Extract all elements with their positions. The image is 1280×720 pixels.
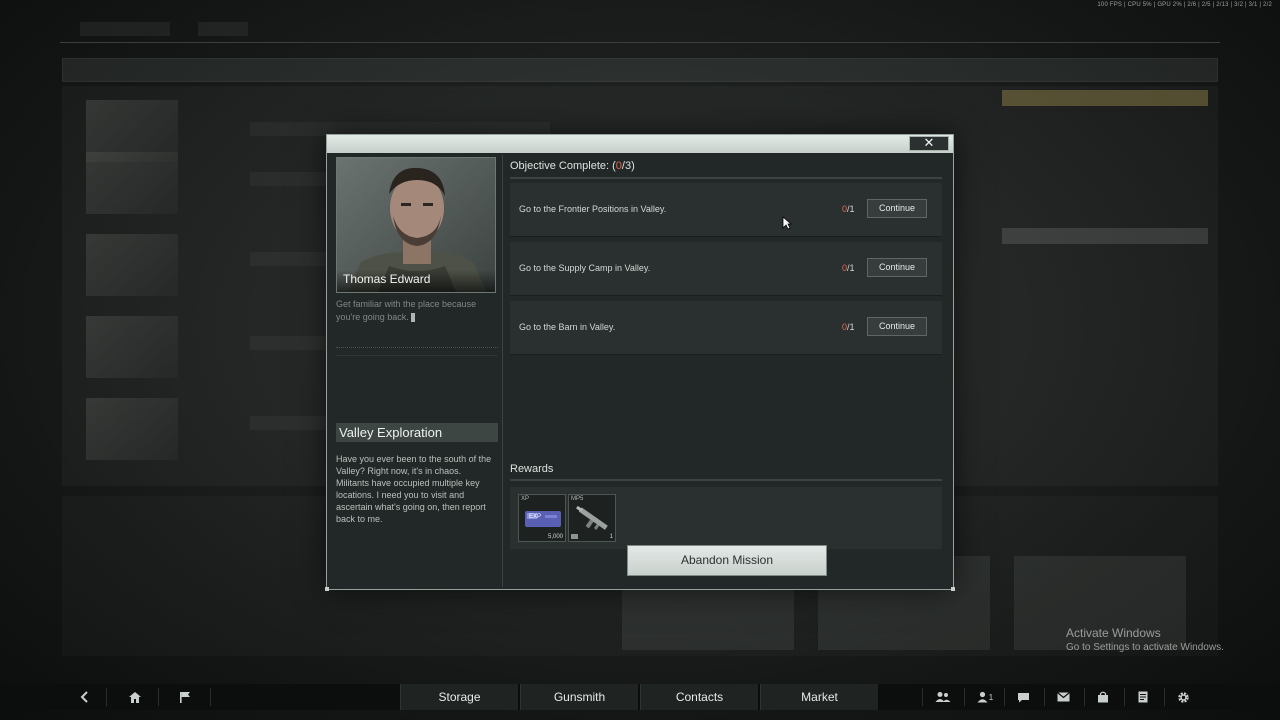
contact-panel: Thomas Edward Get familiar with the plac… xyxy=(331,155,503,587)
contact-quote: Get familiar with the place because you'… xyxy=(336,298,498,324)
header-divider xyxy=(510,177,942,179)
objective-text: Go to the Supply Camp in Valley. xyxy=(519,263,651,273)
objectives-total-count: /3) xyxy=(621,160,635,172)
objective-progress-total: /1 xyxy=(847,263,855,273)
windows-activation-watermark: Activate Windows Go to Settings to activ… xyxy=(1066,626,1224,653)
dialog-title-bar xyxy=(327,135,953,153)
mission-description: Have you ever been to the south of the V… xyxy=(336,454,492,524)
corner-marker xyxy=(325,587,329,591)
mail-icon[interactable] xyxy=(1042,684,1084,710)
system-info-text: 100 FPS | CPU 5% | GPU 2% | 2/6 | 2/5 | … xyxy=(1097,2,1272,8)
background-portrait xyxy=(86,234,178,296)
background-highlight xyxy=(1002,90,1208,106)
reward-mp5[interactable]: MP5 1 xyxy=(568,494,616,542)
objective-row: Go to the Barn in Valley. 0/1 Continue xyxy=(510,301,942,355)
background-portrait xyxy=(86,152,178,214)
svg-text:EXP: EXP xyxy=(529,514,541,520)
squad-icon[interactable] xyxy=(922,684,964,710)
objective-row: Go to the Supply Camp in Valley. 0/1 Con… xyxy=(510,242,942,296)
objective-progress: 0/1 xyxy=(842,322,855,332)
background-tab xyxy=(80,22,170,36)
objective-progress-total: /1 xyxy=(847,204,855,214)
nav-separator xyxy=(106,688,107,706)
reward-quantity: 1 xyxy=(609,534,613,540)
continue-button[interactable]: Continue xyxy=(867,317,927,336)
corner-marker xyxy=(951,587,955,591)
close-button[interactable]: ✕ xyxy=(909,136,949,151)
abandon-mission-button[interactable]: Abandon Mission xyxy=(627,545,827,576)
tab-contacts[interactable]: Contacts xyxy=(640,684,758,710)
contact-quote-text: Get familiar with the place because you'… xyxy=(336,299,477,322)
activation-subtitle: Go to Settings to activate Windows. xyxy=(1066,642,1224,653)
mouse-cursor-icon xyxy=(782,216,792,230)
objective-text: Go to the Frontier Positions in Valley. xyxy=(519,204,667,214)
rewards-panel: XP EXP 5,000 MP5 1 xyxy=(510,487,942,549)
objectives-header-label: Objective Complete: ( xyxy=(510,160,616,172)
decorative-divider xyxy=(336,355,498,356)
reward-xp[interactable]: XP EXP 5,000 xyxy=(518,494,566,542)
continue-button[interactable]: Continue xyxy=(867,199,927,218)
mission-title: Valley Exploration xyxy=(336,423,498,442)
activation-title: Activate Windows xyxy=(1066,626,1161,640)
tab-storage[interactable]: Storage xyxy=(400,684,518,710)
rewards-label: Rewards xyxy=(510,463,554,475)
back-arrow-icon[interactable] xyxy=(64,684,106,710)
background-tab xyxy=(198,22,248,36)
contact-portrait: Thomas Edward xyxy=(336,157,496,293)
contact-name: Thomas Edward xyxy=(343,272,431,286)
tab-gunsmith[interactable]: Gunsmith xyxy=(520,684,638,710)
reward-quantity: 5,000 xyxy=(547,534,563,540)
notes-icon[interactable] xyxy=(1122,684,1164,710)
nav-separator xyxy=(210,688,211,706)
objective-progress-total: /1 xyxy=(847,322,855,332)
background-divider xyxy=(60,42,1220,43)
gear-icon[interactable] xyxy=(1162,684,1204,710)
friends-count: 1 xyxy=(988,692,994,702)
objective-row: Go to the Frontier Positions in Valley. … xyxy=(510,183,942,237)
objective-progress: 0/1 xyxy=(842,263,855,273)
objective-text: Go to the Barn in Valley. xyxy=(519,322,616,332)
home-icon[interactable] xyxy=(114,684,156,710)
text-caret xyxy=(410,313,415,323)
decorative-divider xyxy=(336,347,498,348)
tab-market[interactable]: Market xyxy=(760,684,878,710)
nav-separator xyxy=(158,688,159,706)
continue-button[interactable]: Continue xyxy=(867,258,927,277)
item-badge-icon xyxy=(571,534,578,539)
objectives-header: Objective Complete: (0/3) xyxy=(510,160,635,172)
objective-progress: 0/1 xyxy=(842,204,855,214)
objectives-panel: Objective Complete: (0/3) Go to the Fron… xyxy=(509,155,945,587)
shop-icon[interactable] xyxy=(1082,684,1124,710)
mission-dialog: ✕ Thomas Edward Get familiar with the pl… xyxy=(325,134,955,591)
friends-icon[interactable]: 1 xyxy=(964,684,1006,710)
chat-icon[interactable] xyxy=(1002,684,1044,710)
background-field xyxy=(1002,228,1208,244)
background-portrait xyxy=(86,316,178,378)
flag-icon[interactable] xyxy=(164,684,206,710)
background-header-bar xyxy=(62,58,1218,82)
contact-name-plate: Thomas Edward xyxy=(337,270,495,292)
rewards-divider xyxy=(510,479,942,481)
background-portrait xyxy=(86,398,178,460)
